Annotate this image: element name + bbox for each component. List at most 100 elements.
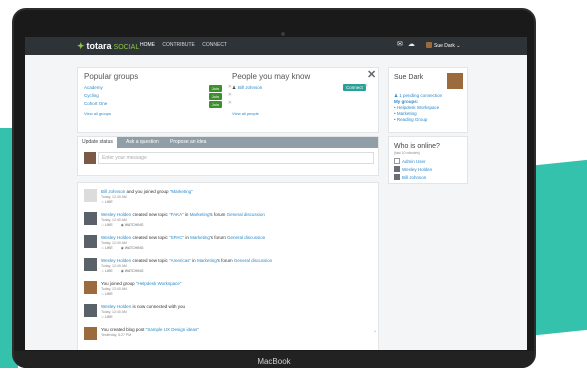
- profile-name[interactable]: Sue Dark: [394, 74, 423, 81]
- actor-link[interactable]: Wesley Holden: [101, 258, 131, 263]
- device-label: MacBook: [257, 357, 291, 366]
- group-name[interactable]: Academy: [84, 85, 103, 90]
- avatar: [84, 189, 97, 202]
- timestamp: Today, 12:40 AM: [101, 218, 127, 222]
- people-title: People you may know: [232, 72, 311, 81]
- like-button[interactable]: ☆ LIKE: [101, 200, 117, 204]
- forum-link[interactable]: General discussion: [227, 212, 265, 217]
- avatar: [84, 152, 96, 164]
- online-subtitle: (last 10 minutes): [394, 151, 420, 155]
- target-link[interactable]: "Marketing": [170, 189, 193, 194]
- actor-text: You: [101, 327, 109, 332]
- mail-icon[interactable]: ✉: [397, 41, 403, 48]
- list-item: Wesley Holden created new topic "America…: [84, 258, 374, 278]
- target-link[interactable]: "Sample UX Design ideas": [146, 327, 199, 332]
- suggestions-panel: Popular groups Academy Join ✕ Cycling Jo…: [77, 67, 379, 133]
- brand-logo[interactable]: ✦ totara SOCIAL: [77, 41, 139, 52]
- watching-button[interactable]: ◉ WATCHING: [121, 223, 148, 227]
- sidebar-item-group[interactable]: • Marketing: [394, 111, 417, 116]
- join-button[interactable]: Join: [208, 101, 222, 108]
- feed-text: Wesley Holden created new topic "America…: [101, 258, 272, 263]
- feed-verb: 's forum: [209, 235, 227, 240]
- who-is-online-card: Who is online? (last 10 minutes) Admin U…: [388, 136, 468, 184]
- forum-link[interactable]: General discussion: [234, 258, 272, 263]
- forum-link[interactable]: General discussion: [227, 235, 265, 240]
- chat-icon[interactable]: ☁: [408, 41, 415, 48]
- top-navbar: ✦ totara SOCIAL HOME CONTRIBUTE CONNECT ✉ ☁…: [25, 37, 527, 55]
- avatar: [84, 304, 97, 317]
- like-button[interactable]: ☆ LIKE: [101, 292, 117, 296]
- nav-home[interactable]: HOME: [140, 42, 155, 48]
- place-link[interactable]: Marketing: [197, 258, 217, 263]
- actor-link[interactable]: Wesley Holden: [101, 212, 131, 217]
- user-icon: ♟: [232, 85, 237, 90]
- group-name[interactable]: Cycling: [84, 93, 99, 98]
- group-row: Cohort One Join ✕: [84, 100, 234, 109]
- user-menu[interactable]: Sue Dark ⌄: [426, 42, 460, 49]
- chevron-down-icon: ⌄: [456, 43, 461, 49]
- nav-connect[interactable]: CONNECT: [202, 42, 227, 48]
- like-button[interactable]: ☆ LIKE: [101, 315, 117, 319]
- status-composer: Update status Ask a question Propose an …: [77, 136, 379, 176]
- avatar: [84, 327, 97, 340]
- target-link[interactable]: "FAKA": [169, 212, 184, 217]
- list-item: You created blog post "Sample UX Design …: [84, 327, 377, 347]
- nav-contribute[interactable]: CONTRIBUTE: [162, 42, 195, 48]
- like-button[interactable]: ☆ LIKE: [101, 246, 117, 250]
- watching-button[interactable]: ◉ WATCHING: [121, 269, 148, 273]
- sidebar-item-group[interactable]: • Helpdesk Workspace: [394, 105, 439, 110]
- view-all-people-link[interactable]: View all people: [232, 111, 259, 116]
- actor-link[interactable]: Wesley Holden: [101, 304, 131, 309]
- connect-button[interactable]: Connect: [343, 84, 366, 91]
- message-input[interactable]: Enter your message: [98, 152, 374, 164]
- target-link[interactable]: "SPAC": [169, 235, 184, 240]
- brand-suffix: SOCIAL: [113, 44, 140, 51]
- timestamp: Yesterday, 5:27 PM: [101, 333, 132, 337]
- brand-name: totara: [86, 41, 112, 51]
- dismiss-icon[interactable]: ✕: [228, 92, 232, 98]
- place-link[interactable]: Marketing: [190, 235, 210, 240]
- online-user[interactable]: Admin User: [394, 158, 426, 164]
- close-icon[interactable]: ✕: [367, 68, 376, 81]
- list-item: You joined group "Helpdesk Workspace" To…: [84, 281, 374, 301]
- user-menu-name: Sue Dark: [434, 43, 455, 49]
- person-name: Bill Johnson: [238, 85, 263, 90]
- tab-propose-idea[interactable]: Propose an idea: [166, 137, 210, 148]
- tab-update-status[interactable]: Update status: [78, 137, 117, 148]
- place-link[interactable]: Marketing: [190, 212, 210, 217]
- top-icons: ✉ ☁: [397, 40, 420, 48]
- view-all-groups-link[interactable]: View all groups: [84, 111, 111, 116]
- online-user[interactable]: Bill Johnson: [394, 174, 426, 180]
- activity-feed: Bill Johnson and you joined group "Marke…: [77, 182, 379, 350]
- join-button[interactable]: Join: [208, 85, 222, 92]
- feed-verb: created new topic: [131, 235, 169, 240]
- popular-groups-list: Academy Join ✕ Cycling Join ✕ Cohort One…: [84, 84, 234, 109]
- pending-text: 1 pending connection: [399, 93, 443, 98]
- chevron-down-icon[interactable]: ⌄: [373, 328, 377, 334]
- dismiss-icon[interactable]: ✕: [228, 100, 232, 106]
- avatar: [394, 158, 400, 164]
- target-link[interactable]: "Americas": [169, 258, 191, 263]
- feed-actions: ☆ LIKE: [101, 200, 121, 204]
- dismiss-icon[interactable]: ✕: [364, 83, 368, 89]
- like-button[interactable]: ☆ LIKE: [101, 269, 117, 273]
- online-user[interactable]: Wesley Holden: [394, 166, 432, 172]
- tab-ask-question[interactable]: Ask a question: [122, 137, 163, 148]
- group-row: Cycling Join ✕: [84, 92, 234, 101]
- my-groups-heading: My groups:: [394, 99, 419, 104]
- camera-dot: [281, 32, 285, 36]
- avatar[interactable]: [447, 73, 463, 89]
- avatar: [84, 258, 97, 271]
- like-button[interactable]: ☆ LIKE: [101, 223, 117, 227]
- actor-link[interactable]: Wesley Holden: [101, 235, 131, 240]
- list-item: Wesley Holden is now connected with you …: [84, 304, 374, 324]
- group-name[interactable]: Cohort One: [84, 101, 107, 106]
- watching-button[interactable]: ◉ WATCHING: [121, 246, 148, 250]
- suggested-person[interactable]: ♟ Bill Johnson: [232, 85, 262, 91]
- avatar: [426, 42, 432, 48]
- sidebar-item-group[interactable]: • Reading Group: [394, 117, 427, 122]
- join-button[interactable]: Join: [208, 93, 222, 100]
- feed-text: You created blog post "Sample UX Design …: [101, 327, 199, 332]
- target-link[interactable]: "Helpdesk Workspace": [136, 281, 182, 286]
- actor-link[interactable]: Bill Johnson: [101, 189, 125, 194]
